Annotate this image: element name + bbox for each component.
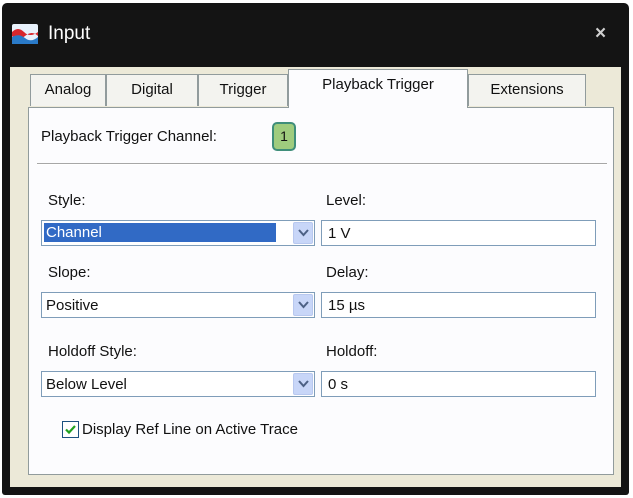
level-label: Level: [326,192,367,209]
level-field[interactable]: 1 V [321,220,596,246]
level-value: 1 V [328,225,351,242]
playback-trigger-channel-label: Playback Trigger Channel: [41,128,217,145]
style-dropdown[interactable]: Channel [41,220,315,246]
holdoff-style-label: Holdoff Style: [48,343,137,360]
delay-value: 15 µs [328,297,365,314]
slope-label: Slope: [48,264,91,281]
window-title: Input [48,23,91,44]
title-bar[interactable]: Input × [2,3,629,67]
playback-trigger-panel: Playback Trigger Channel: 1 Style: Chann… [28,107,614,475]
style-value: Channel [44,223,276,242]
tab-digital[interactable]: Digital [106,74,198,106]
tab-extensions[interactable]: Extensions [468,74,586,106]
holdoff-style-value: Below Level [46,376,127,393]
holdoff-field[interactable]: 0 s [321,371,596,397]
slope-dropdown[interactable]: Positive [41,292,315,318]
close-icon[interactable]: × [595,23,606,45]
dialog-client-area: Analog Digital Trigger Playback Trigger … [10,67,621,487]
delay-field[interactable]: 15 µs [321,292,596,318]
tab-playback-trigger[interactable]: Playback Trigger [288,69,468,108]
holdoff-style-dropdown[interactable]: Below Level [41,371,315,397]
input-dialog: Input × Analog Digital Trigger Playback … [2,3,629,495]
tab-analog[interactable]: Analog [30,74,106,106]
style-label: Style: [48,192,86,209]
holdoff-label: Holdoff: [326,343,378,360]
playback-trigger-channel-button[interactable]: 1 [272,122,296,151]
delay-label: Delay: [326,264,369,281]
ref-line-label[interactable]: Display Ref Line on Active Trace [82,421,298,438]
section-divider [37,163,607,165]
holdoff-value: 0 s [328,376,349,393]
tab-trigger[interactable]: Trigger [198,74,288,106]
slope-value: Positive [46,297,99,314]
ref-line-checkbox[interactable] [62,421,79,438]
chevron-down-icon[interactable] [293,294,313,316]
chevron-down-icon[interactable] [293,222,313,244]
chevron-down-icon[interactable] [293,373,313,395]
app-logo-icon [12,24,38,44]
